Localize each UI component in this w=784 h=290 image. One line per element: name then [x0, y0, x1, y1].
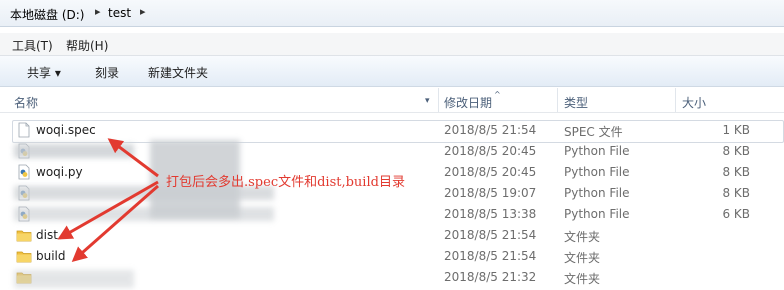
annotation-text: 打包后会多出.spec文件和dist,build目录 — [166, 175, 405, 190]
arrow-to-spec — [107, 138, 159, 178]
annotation-arrows — [57, 138, 159, 262]
